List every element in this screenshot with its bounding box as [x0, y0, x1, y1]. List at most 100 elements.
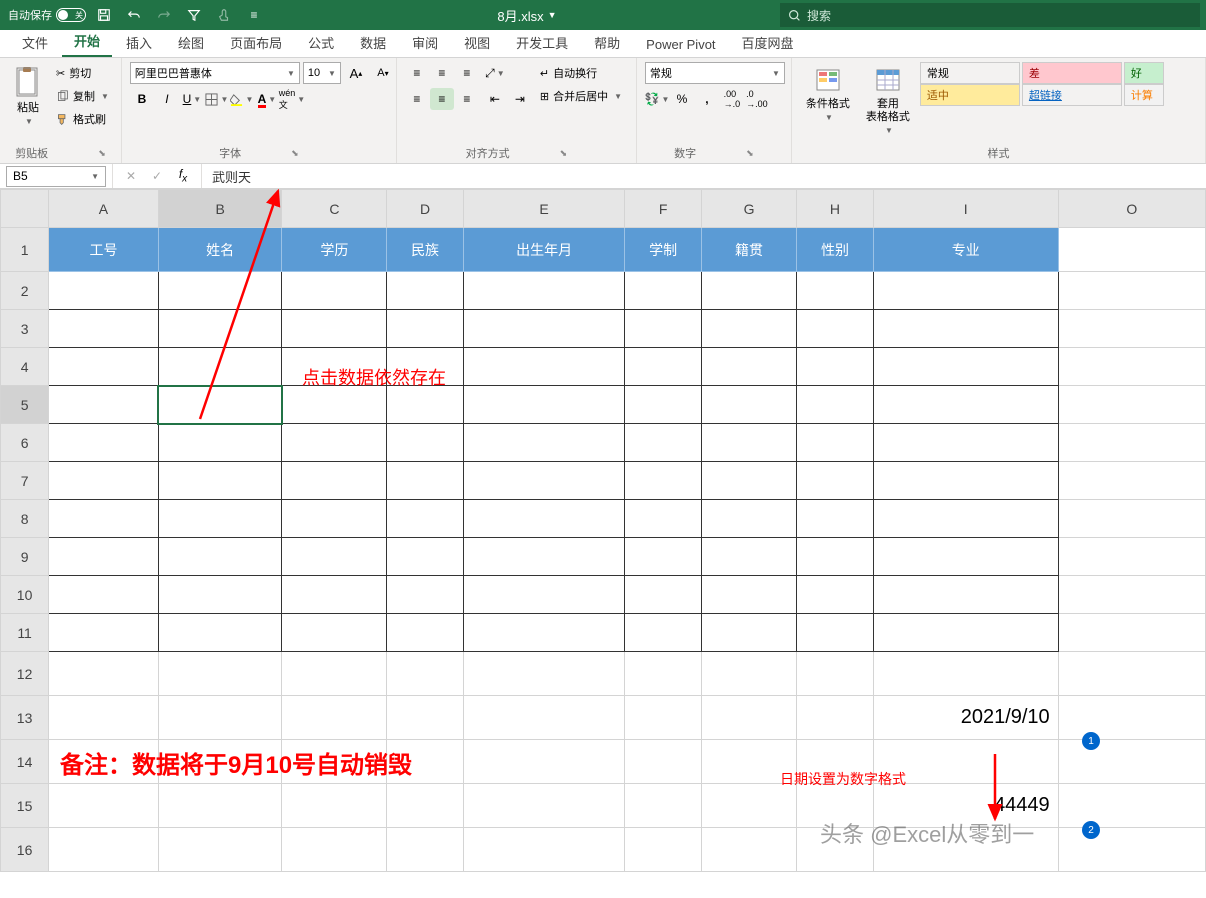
row-header-16[interactable]: 16	[1, 828, 49, 872]
cell-C2[interactable]	[282, 272, 387, 310]
cell-C15[interactable]	[282, 784, 387, 828]
cell-G14[interactable]	[701, 740, 796, 784]
col-header-D[interactable]: D	[387, 190, 463, 228]
cell-C4[interactable]	[282, 348, 387, 386]
cell-E14[interactable]	[463, 740, 625, 784]
col-header-I[interactable]: I	[873, 190, 1058, 228]
cell-G7[interactable]	[701, 462, 796, 500]
qat-more-icon[interactable]: ≡	[242, 3, 266, 27]
cell-F14[interactable]	[625, 740, 701, 784]
cell-I16[interactable]	[873, 828, 1058, 872]
cell-F3[interactable]	[625, 310, 701, 348]
font-launcher-icon[interactable]: ⬊	[291, 148, 299, 159]
style-hyperlink[interactable]: 超链接	[1022, 84, 1122, 106]
row-header-7[interactable]: 7	[1, 462, 49, 500]
cell-O11[interactable]	[1058, 614, 1205, 652]
cell-D8[interactable]	[387, 500, 463, 538]
bold-button[interactable]: B	[130, 88, 154, 110]
cell-E16[interactable]	[463, 828, 625, 872]
row-header-2[interactable]: 2	[1, 272, 49, 310]
cell-E8[interactable]	[463, 500, 625, 538]
cell-C16[interactable]	[282, 828, 387, 872]
cell-H4[interactable]	[797, 348, 873, 386]
italic-button[interactable]: I	[155, 88, 179, 110]
cell-B14[interactable]	[158, 740, 282, 784]
cell-E2[interactable]	[463, 272, 625, 310]
cell-H2[interactable]	[797, 272, 873, 310]
cell-D9[interactable]	[387, 538, 463, 576]
cell-F11[interactable]	[625, 614, 701, 652]
cell-O6[interactable]	[1058, 424, 1205, 462]
cell-O1[interactable]	[1058, 228, 1205, 272]
tab-百度网盘[interactable]: 百度网盘	[730, 28, 806, 57]
cell-O8[interactable]	[1058, 500, 1205, 538]
indent-decrease-icon[interactable]: ⇤	[483, 88, 507, 110]
cell-C9[interactable]	[282, 538, 387, 576]
row-header-12[interactable]: 12	[1, 652, 49, 696]
cell-F12[interactable]	[625, 652, 701, 696]
tab-数据[interactable]: 数据	[348, 28, 398, 57]
cell-I7[interactable]	[873, 462, 1058, 500]
cell-A5[interactable]	[49, 386, 159, 424]
decrease-decimal-icon[interactable]: .0→.00	[745, 88, 769, 110]
align-top-icon[interactable]: ≡	[405, 62, 429, 84]
cell-H5[interactable]	[797, 386, 873, 424]
comma-icon[interactable]: ,	[695, 88, 719, 110]
formula-input[interactable]: 武则天	[202, 167, 1206, 186]
cell-H12[interactable]	[797, 652, 873, 696]
col-header-B[interactable]: B	[158, 190, 282, 228]
cell-E12[interactable]	[463, 652, 625, 696]
format-painter-button[interactable]: 格式刷	[52, 108, 113, 130]
shrink-font-icon[interactable]: A▾	[371, 62, 395, 84]
orientation-icon[interactable]: ⤢▼	[483, 62, 507, 84]
col-header-E[interactable]: E	[463, 190, 625, 228]
cell-D13[interactable]	[387, 696, 463, 740]
cell-F1[interactable]: 学制	[625, 228, 701, 272]
cell-A14[interactable]	[49, 740, 159, 784]
cell-E15[interactable]	[463, 784, 625, 828]
cell-D5[interactable]	[387, 386, 463, 424]
spreadsheet-grid[interactable]: ABCDEFGHIO1工号姓名学历民族出生年月学制籍贯性别专业234567891…	[0, 189, 1206, 898]
col-header-F[interactable]: F	[625, 190, 701, 228]
tab-页面布局[interactable]: 页面布局	[218, 28, 294, 57]
fx-icon[interactable]: fx	[171, 165, 195, 187]
cell-C5[interactable]	[282, 386, 387, 424]
conditional-format-button[interactable]: 条件格式▼	[800, 62, 856, 127]
tab-视图[interactable]: 视图	[452, 28, 502, 57]
cell-G4[interactable]	[701, 348, 796, 386]
cell-H9[interactable]	[797, 538, 873, 576]
row-header-1[interactable]: 1	[1, 228, 49, 272]
cell-G1[interactable]: 籍贯	[701, 228, 796, 272]
row-header-11[interactable]: 11	[1, 614, 49, 652]
cell-B12[interactable]	[158, 652, 282, 696]
cell-I6[interactable]	[873, 424, 1058, 462]
cell-D6[interactable]	[387, 424, 463, 462]
cell-F7[interactable]	[625, 462, 701, 500]
cell-B11[interactable]	[158, 614, 282, 652]
cell-A3[interactable]	[49, 310, 159, 348]
cell-B2[interactable]	[158, 272, 282, 310]
cell-G12[interactable]	[701, 652, 796, 696]
cell-G8[interactable]	[701, 500, 796, 538]
cell-H13[interactable]	[797, 696, 873, 740]
cell-G15[interactable]	[701, 784, 796, 828]
format-table-button[interactable]: 套用 表格格式▼	[860, 62, 916, 140]
align-middle-icon[interactable]: ≡	[430, 62, 454, 84]
align-bottom-icon[interactable]: ≡	[455, 62, 479, 84]
cell-O3[interactable]	[1058, 310, 1205, 348]
cell-F2[interactable]	[625, 272, 701, 310]
merge-button[interactable]: ⊞合并后居中▼	[536, 85, 626, 107]
cell-D16[interactable]	[387, 828, 463, 872]
tab-帮助[interactable]: 帮助	[582, 28, 632, 57]
cell-O4[interactable]	[1058, 348, 1205, 386]
cell-I10[interactable]	[873, 576, 1058, 614]
cancel-icon[interactable]: ✕	[119, 165, 143, 187]
row-header-8[interactable]: 8	[1, 500, 49, 538]
fill-color-button[interactable]: ▼	[230, 88, 254, 110]
cell-H16[interactable]	[797, 828, 873, 872]
row-header-3[interactable]: 3	[1, 310, 49, 348]
cell-G2[interactable]	[701, 272, 796, 310]
row-header-6[interactable]: 6	[1, 424, 49, 462]
tab-Power Pivot[interactable]: Power Pivot	[634, 32, 727, 57]
cell-B5[interactable]	[158, 386, 282, 424]
